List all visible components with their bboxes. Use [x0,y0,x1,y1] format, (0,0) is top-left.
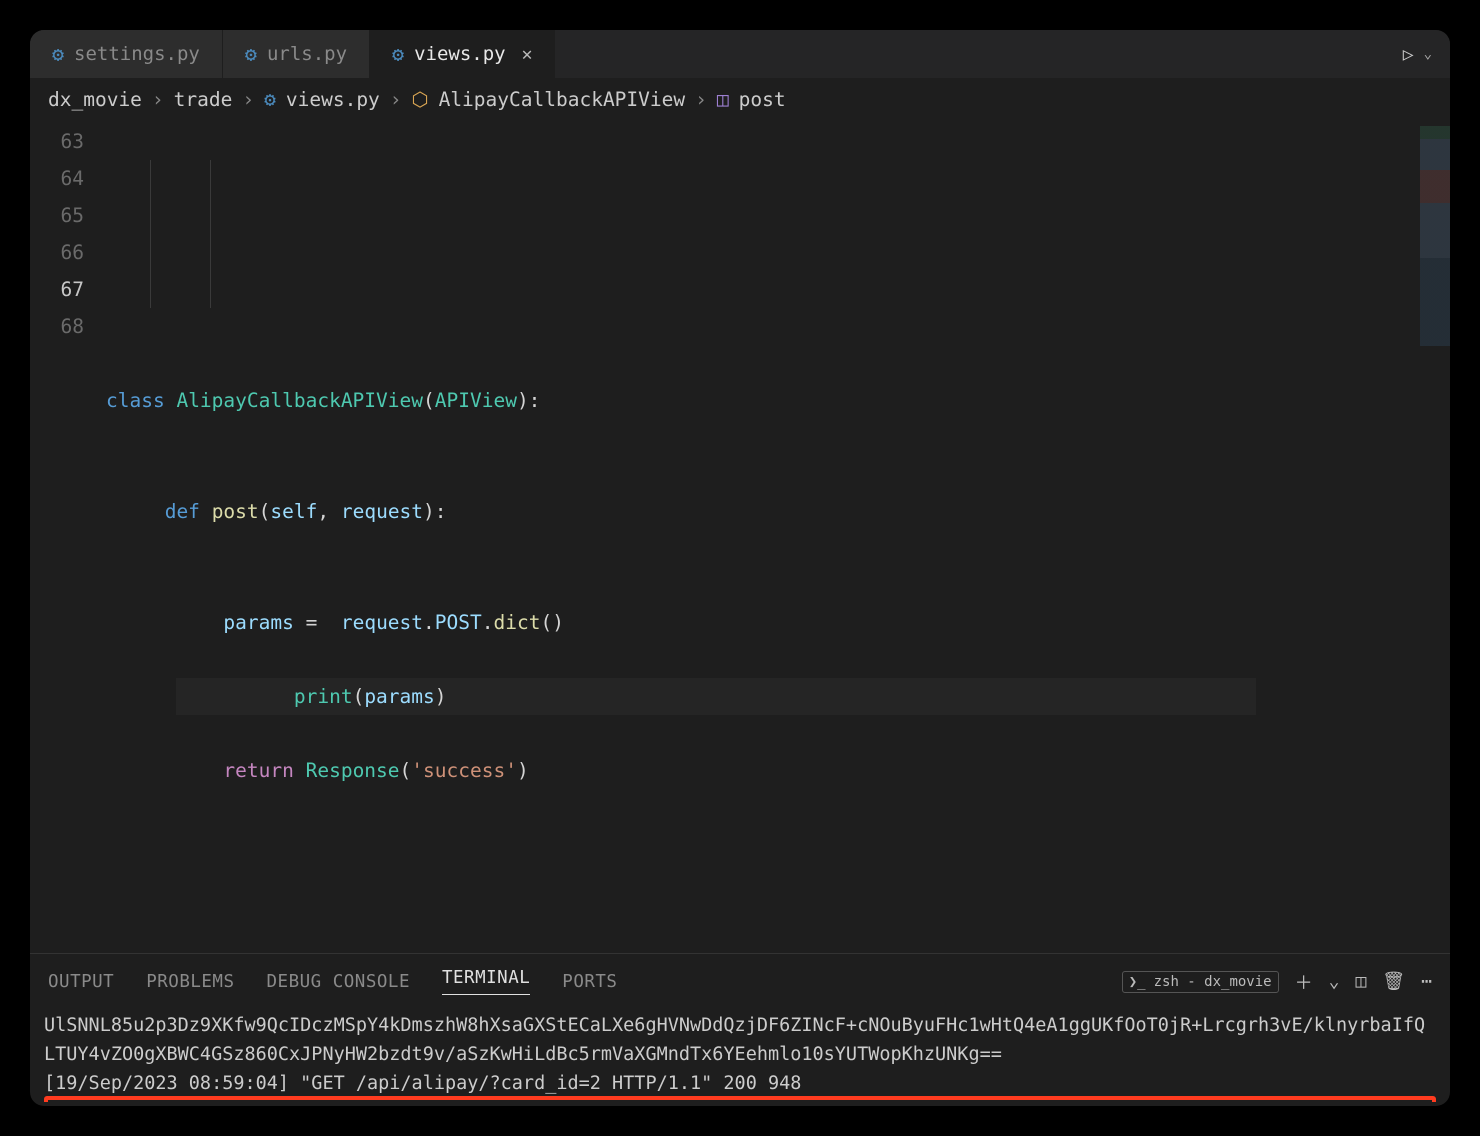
chevron-down-icon[interactable]: ⌄ [1424,46,1432,62]
terminal-content[interactable]: UlSNNL85u2p3Dz9XKfw9QcIDczMSpY4kDmszhW8h… [30,1005,1450,1102]
editor-window: ⚙ settings.py ⚙ urls.py ⚙ views.py ✕ ▷ ⌄… [30,30,1450,1106]
terminal-line: [19/Sep/2023 08:59:04] "GET /api/alipay/… [44,1069,1436,1098]
bc-method[interactable]: post [739,88,786,111]
code-line: return Response('success') [106,752,1256,789]
line-number: 65 [30,197,84,234]
panel-tab-debug[interactable]: DEBUG CONSOLE [267,972,410,992]
code-line [106,271,1256,308]
line-number: 66 [30,234,84,271]
split-terminal-icon[interactable]: ◫ [1355,971,1366,992]
close-icon[interactable]: ✕ [522,44,533,65]
code-line: params = request.POST.dict() [106,604,1256,641]
run-controls: ▷ ⌄ [1403,44,1450,65]
terminal-shell-badge[interactable]: ❯_ zsh - dx_movie [1122,971,1279,993]
code-editor[interactable]: 63 64 65 66 67 68 class AlipayCallbackAP… [30,121,1450,953]
python-icon: ⚙ [392,42,404,66]
panel-tab-bar: OUTPUT PROBLEMS DEBUG CONSOLE TERMINAL P… [30,954,1450,1005]
code-line: print(params) [176,678,1256,715]
more-icon[interactable]: ⋯ [1421,971,1432,992]
code-line: class AlipayCallbackAPIView(APIView): [106,382,1256,419]
python-icon: ⚙ [52,42,64,66]
minimap[interactable] [1420,126,1450,346]
bc-class[interactable]: AlipayCallbackAPIView [439,88,686,111]
line-number: 64 [30,160,84,197]
tab-settings[interactable]: ⚙ settings.py [30,30,223,78]
tab-bar: ⚙ settings.py ⚙ urls.py ⚙ views.py ✕ ▷ ⌄ [30,30,1450,78]
line-number: 68 [30,308,84,345]
panel-tab-problems[interactable]: PROBLEMS [146,972,234,992]
bc-root[interactable]: dx_movie [48,88,142,111]
method-icon: ◫ [717,88,729,111]
chevron-right-icon: › [695,88,707,111]
chevron-right-icon: › [152,88,164,111]
code-line: def post(self, request): [106,493,1256,530]
panel-tab-terminal[interactable]: TERMINAL [442,968,530,995]
code-content[interactable]: class AlipayCallbackAPIView(APIView): de… [106,123,1256,863]
breadcrumb: dx_movie › trade › ⚙ views.py › ⬡ Alipay… [30,78,1450,121]
python-icon: ⚙ [245,42,257,66]
panel-right-controls: ❯_ zsh - dx_movie ＋ ⌄ ◫ 🗑 ⋯ [1122,969,1432,995]
terminal-icon: ❯_ [1129,974,1146,990]
chevron-right-icon: › [242,88,254,111]
bc-file[interactable]: views.py [286,88,380,111]
line-number: 67 [30,271,84,308]
tab-label: urls.py [267,43,347,65]
line-number: 63 [30,123,84,160]
panel-tab-ports[interactable]: PORTS [562,972,617,992]
terminal-line: UlSNNL85u2p3Dz9XKfw9QcIDczMSpY4kDmszhW8h… [44,1011,1436,1069]
tab-label: views.py [414,43,506,65]
line-gutter: 63 64 65 66 67 68 [30,123,106,863]
tab-urls[interactable]: ⚙ urls.py [223,30,370,78]
bottom-panel: OUTPUT PROBLEMS DEBUG CONSOLE TERMINAL P… [30,953,1450,1106]
chevron-right-icon: › [390,88,402,111]
class-icon: ⬡ [412,88,429,111]
chevron-down-icon[interactable]: ⌄ [1329,971,1340,992]
shell-name: zsh - dx_movie [1154,974,1272,990]
panel-tab-output[interactable]: OUTPUT [48,972,114,992]
tab-label: settings.py [74,43,200,65]
new-terminal-icon[interactable]: ＋ [1295,969,1313,995]
bc-folder[interactable]: trade [174,88,233,111]
run-icon[interactable]: ▷ [1403,44,1414,65]
trash-icon[interactable]: 🗑 [1382,971,1405,992]
tab-views[interactable]: ⚙ views.py ✕ [370,30,555,78]
python-icon: ⚙ [264,88,276,111]
